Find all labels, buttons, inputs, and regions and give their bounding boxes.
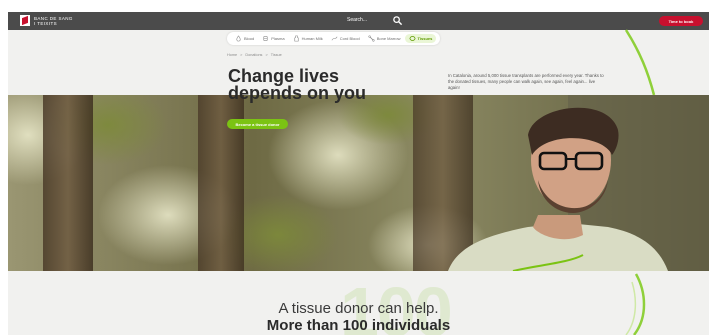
donation-type-nav: Blood Plasma Human Milk Cord Blood Bone … (227, 32, 441, 45)
stats-line-1: A tissue donor can help. (278, 300, 439, 317)
cord-blood-icon (331, 36, 338, 41)
breadcrumb-donations[interactable]: Donations (245, 53, 262, 57)
nav-item-blood[interactable]: Blood (231, 35, 258, 42)
logo-line-1: BANC DE SANG (34, 15, 73, 21)
search-input[interactable]: Search... (347, 17, 367, 23)
nav-item-cord-blood[interactable]: Cord Blood (327, 35, 364, 42)
right-page-edge (709, 0, 717, 335)
nav-item-tissues[interactable]: Tissues (404, 34, 437, 43)
page: BANC DE SANG I TEIXITS Search... Time to… (8, 12, 709, 335)
milk-bottle-icon (294, 35, 299, 42)
page-title: Change lives depends on you (228, 67, 367, 103)
time-to-book-button[interactable]: Time to book (659, 16, 703, 26)
nav-item-bone-marrow[interactable]: Bone Marrow (364, 35, 405, 42)
blood-drop-icon (236, 35, 241, 42)
bone-marrow-icon (368, 35, 375, 42)
plasma-icon (263, 36, 268, 41)
breadcrumb-separator: > (265, 53, 268, 57)
nav-item-human-milk[interactable]: Human Milk (289, 35, 327, 42)
nav-item-plasma[interactable]: Plasma (258, 35, 288, 42)
intro-text: In Catalonia, around 5,000 tissue transp… (448, 73, 604, 90)
logo-mark-icon (20, 15, 30, 26)
breadcrumb: Home > Donations > Tissue (227, 53, 282, 57)
logo-line-2: I TEIXITS (34, 20, 58, 26)
left-page-edge (0, 0, 8, 335)
page-title-line-2: depends on you (228, 83, 367, 103)
breadcrumb-home[interactable]: Home (227, 53, 237, 57)
hero-photo (8, 95, 709, 271)
breadcrumb-separator: > (240, 53, 243, 57)
site-header: BANC DE SANG I TEIXITS Search... Time to… (8, 12, 709, 30)
become-donor-button[interactable]: Become a tissue donor (227, 119, 288, 129)
breadcrumb-tissue: Tissue (270, 53, 282, 57)
search-icon[interactable] (392, 15, 403, 26)
site-logo[interactable]: BANC DE SANG I TEIXITS (20, 15, 73, 26)
tissue-icon (409, 36, 416, 41)
hero-image: Become a tissue donor (8, 95, 709, 271)
stats-line-2: More than 100 individuals (266, 317, 451, 334)
